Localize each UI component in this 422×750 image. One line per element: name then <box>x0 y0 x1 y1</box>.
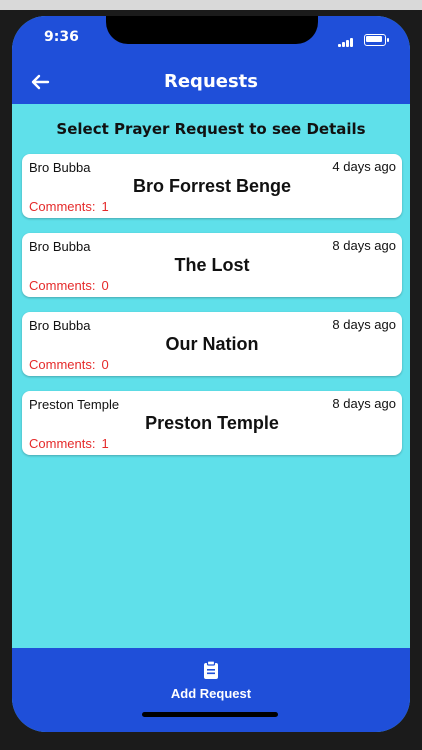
comments-count: 0 <box>101 357 109 372</box>
battery-icon <box>364 34 389 46</box>
app-screen: 9:36 Requests Select Prayer Request to s… <box>12 16 410 732</box>
request-comments: Comments: 0 <box>29 278 109 293</box>
comments-label: Comments: <box>29 199 96 214</box>
request-age: 4 days ago <box>332 159 396 174</box>
comments-count: 1 <box>101 436 109 451</box>
comments-label: Comments: <box>29 436 96 451</box>
request-author: Bro Bubba <box>29 318 91 333</box>
request-age: 8 days ago <box>332 317 396 332</box>
request-author: Preston Temple <box>29 397 120 412</box>
request-comments: Comments: 0 <box>29 357 109 372</box>
device-notch <box>106 16 318 44</box>
request-title: Preston Temple <box>145 413 279 433</box>
request-comments: Comments: 1 <box>29 436 109 451</box>
request-card[interactable]: Preston Temple 8 days ago Preston Temple… <box>22 391 402 455</box>
comments-label: Comments: <box>29 278 96 293</box>
request-title: The Lost <box>174 255 250 275</box>
status-time: 9:36 <box>44 29 79 45</box>
request-card[interactable]: Bro Bubba 8 days ago Our Nation Comments… <box>22 312 402 376</box>
request-age: 8 days ago <box>332 238 396 253</box>
request-author: Bro Bubba <box>29 239 91 254</box>
frame-top-edge <box>0 0 422 10</box>
request-author: Bro Bubba <box>29 160 91 175</box>
request-comments: Comments: 1 <box>29 199 109 214</box>
bottom-bar: Add Request <box>12 648 410 732</box>
comments-count: 0 <box>101 278 109 293</box>
request-card[interactable]: Bro Bubba 4 days ago Bro Forrest Benge C… <box>22 154 402 218</box>
comments-label: Comments: <box>29 357 96 372</box>
add-request-label: Add Request <box>170 686 252 701</box>
page-title: Requests <box>163 71 258 92</box>
clipboard-icon <box>204 660 218 679</box>
request-card[interactable]: Bro Bubba 8 days ago The Lost Comments: 0 <box>22 233 402 297</box>
request-age: 8 days ago <box>332 396 396 411</box>
request-title: Our Nation <box>165 334 259 354</box>
signal-icon <box>338 37 356 47</box>
phone-frame: 9:36 Requests Select Prayer Request to s… <box>0 0 422 750</box>
instruction-text: Select Prayer Request to see Details <box>56 120 366 138</box>
request-title: Bro Forrest Benge <box>132 176 292 196</box>
add-request-button[interactable]: Add Request <box>152 656 270 706</box>
app-bar: Requests <box>12 62 410 104</box>
home-indicator <box>142 712 278 717</box>
comments-count: 1 <box>101 199 109 214</box>
